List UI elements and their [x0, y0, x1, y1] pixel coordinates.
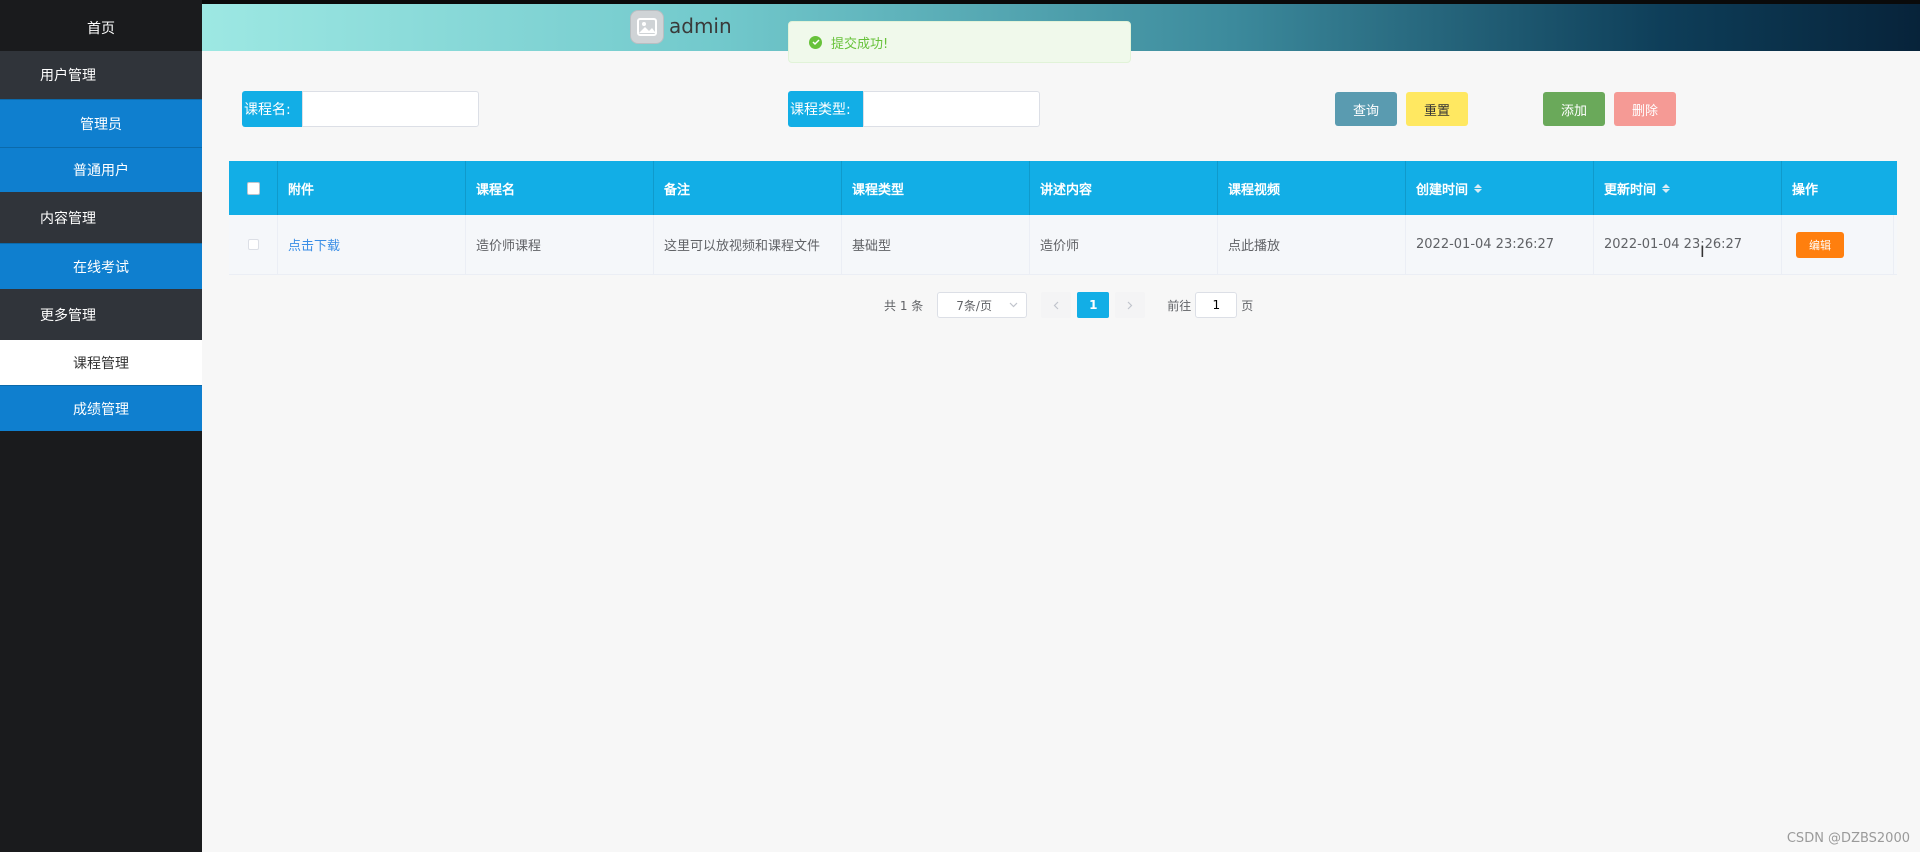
- sidebar-item-label: 管理员: [80, 116, 122, 133]
- sidebar-group-more-management[interactable]: 更多管理: [0, 289, 202, 340]
- play-video-link[interactable]: 点此播放: [1228, 235, 1280, 254]
- sidebar-item-label: 在线考试: [73, 259, 129, 276]
- total-count: 共 1 条: [884, 298, 924, 313]
- chevron-left-icon: [1053, 301, 1059, 309]
- goto-prefix: 前往: [1167, 298, 1192, 313]
- course-name-label-text: 课程名:: [244, 102, 291, 118]
- page-size-value: 7条/页: [956, 298, 992, 313]
- pagination: 共 1 条 7条/页 1 前往 页: [884, 292, 1253, 318]
- delete-button[interactable]: 删除: [1614, 92, 1676, 126]
- goto-suffix: 页: [1241, 298, 1254, 313]
- avatar[interactable]: [630, 10, 664, 44]
- sidebar-item-label: 课程管理: [73, 355, 129, 372]
- add-button[interactable]: 添加: [1543, 92, 1605, 126]
- watermark: CSDN @DZBS2000: [1786, 831, 1910, 846]
- text-cursor-icon: I: [1700, 242, 1705, 261]
- cell-course-name: 造价师课程: [466, 215, 654, 274]
- goto-page-input[interactable]: [1195, 292, 1238, 318]
- course-type-label-text: 课程类型:: [790, 102, 851, 118]
- username: admin: [669, 14, 732, 38]
- cell-remark: 这里可以放视频和课程文件: [654, 215, 842, 274]
- sort-icon[interactable]: [1474, 183, 1483, 193]
- sidebar-item-label: 更多管理: [40, 307, 96, 324]
- cell-course-type: 基础型: [842, 215, 1030, 274]
- success-toast: 提交成功!: [788, 21, 1131, 63]
- sidebar-item-course-management[interactable]: 课程管理: [0, 340, 202, 385]
- page-number-current[interactable]: 1: [1077, 292, 1110, 318]
- column-header-remark: 备注: [654, 161, 842, 215]
- column-header-created[interactable]: 创建时间: [1406, 161, 1594, 215]
- page-size-select[interactable]: 7条/页: [937, 292, 1028, 318]
- column-header-content: 讲述内容: [1030, 161, 1218, 215]
- sidebar-group-content-management[interactable]: 内容管理: [0, 192, 202, 243]
- table-header: 附件 课程名 备注 课程类型 讲述内容 课程视频 创建时间 更新时间 操作: [229, 161, 1897, 215]
- cell-attachment: 点击下载: [278, 215, 466, 274]
- next-page-button[interactable]: [1115, 292, 1146, 318]
- column-header-video: 课程视频: [1218, 161, 1406, 215]
- prev-page-button[interactable]: [1041, 292, 1072, 318]
- sidebar-item-label: 普通用户: [73, 163, 129, 179]
- sidebar-item-label: 内容管理: [40, 210, 96, 227]
- column-header-updated-label: 更新时间: [1604, 182, 1657, 198]
- edit-button[interactable]: 编辑: [1796, 231, 1844, 258]
- sidebar-group-user-management[interactable]: 用户管理: [0, 51, 202, 99]
- column-header-course-type: 课程类型: [842, 161, 1030, 215]
- course-table: 附件 课程名 备注 课程类型 讲述内容 课程视频 创建时间 更新时间 操作 点击…: [229, 161, 1897, 275]
- sidebar-item-score-management[interactable]: 成绩管理: [0, 385, 202, 431]
- sidebar-item-label: 用户管理: [40, 68, 96, 84]
- column-header-updated[interactable]: 更新时间: [1594, 161, 1782, 215]
- sidebar-item-online-exam[interactable]: 在线考试: [0, 243, 202, 289]
- select-all-checkbox[interactable]: [246, 181, 260, 195]
- column-header-actions: 操作: [1792, 182, 1819, 198]
- image-icon: [637, 18, 657, 36]
- course-name-label: 课程名:: [242, 91, 302, 127]
- cell-actions: 编辑: [1782, 215, 1894, 274]
- course-type-label: 课程类型:: [788, 91, 863, 127]
- sidebar-item-admins[interactable]: 管理员: [0, 99, 202, 147]
- chevron-right-icon: [1127, 301, 1133, 309]
- download-link[interactable]: 点击下载: [288, 235, 340, 254]
- cell-video: 点此播放: [1218, 215, 1406, 274]
- reset-button[interactable]: 重置: [1406, 92, 1468, 126]
- sidebar-item-users[interactable]: 普通用户: [0, 147, 202, 192]
- cell-updated: 2022-01-04 23:26:27: [1594, 215, 1782, 274]
- row-checkbox[interactable]: [247, 239, 259, 250]
- cell-content: 造价师: [1030, 215, 1218, 274]
- course-type-input[interactable]: [863, 91, 1040, 127]
- column-header-created-label: 创建时间: [1416, 182, 1469, 198]
- sidebar-item-label: 首页: [87, 20, 115, 37]
- sidebar: 首页 用户管理 管理员 普通用户 内容管理 在线考试 更多管理 课程管理 成绩管…: [0, 0, 202, 852]
- check-circle-icon: [809, 35, 822, 49]
- column-header-course-name: 课程名: [466, 161, 654, 215]
- sidebar-item-home[interactable]: 首页: [0, 4, 202, 51]
- table-row: 点击下载 造价师课程 这里可以放视频和课程文件 基础型 造价师 点此播放 202…: [229, 215, 1897, 275]
- toast-message: 提交成功!: [831, 36, 889, 52]
- row-select-cell: [229, 215, 278, 274]
- cell-created: 2022-01-04 23:26:27: [1406, 215, 1594, 274]
- sort-icon[interactable]: [1662, 183, 1671, 193]
- select-all-cell: [229, 161, 278, 215]
- query-button[interactable]: 查询: [1335, 92, 1397, 126]
- column-header-attachment: 附件: [278, 161, 466, 215]
- chevron-down-icon: [1009, 302, 1018, 308]
- sidebar-item-label: 成绩管理: [73, 401, 129, 418]
- course-name-input[interactable]: [302, 91, 479, 127]
